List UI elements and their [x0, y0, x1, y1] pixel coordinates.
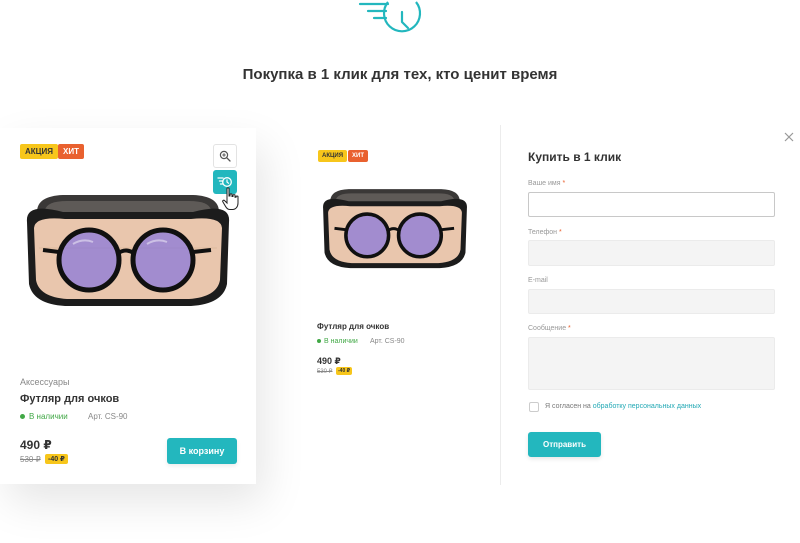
close-icon[interactable] [782, 130, 796, 144]
name-field[interactable] [528, 192, 775, 217]
agree-checkbox[interactable] [529, 402, 539, 412]
page-title: Покупка в 1 клик для тех, кто ценит врем… [242, 66, 558, 83]
preview-stock-status: В наличии [317, 338, 358, 345]
preview-old-price: 530 ₽ [317, 369, 333, 375]
product-name[interactable]: Футляр для очков [20, 393, 119, 405]
old-price: 530 ₽ [20, 455, 41, 464]
product-category: Аксессуары [20, 377, 70, 387]
agree-text: Я согласен на обработку персональных дан… [545, 403, 702, 410]
stock-label: В наличии [29, 412, 68, 421]
modal-divider [500, 125, 501, 485]
stock-status: В наличии [20, 412, 68, 421]
submit-button[interactable]: Отправить [528, 432, 601, 457]
zoom-icon [219, 150, 231, 162]
product-price: 490 ₽ [20, 438, 52, 452]
email-field[interactable] [528, 289, 775, 314]
add-to-cart-button[interactable]: В корзину [167, 438, 237, 464]
stock-dot [20, 414, 25, 420]
phone-label: Телефон * [528, 229, 562, 236]
stock-dot [317, 339, 321, 344]
product-image[interactable] [23, 192, 233, 310]
discount-badge: -40 ₽ [45, 454, 68, 464]
preview-product-name: Футляр для очков [317, 322, 390, 331]
email-label: E-mail [528, 277, 548, 284]
preview-article: Арт. CS-90 [370, 338, 405, 345]
fast-clock-icon [358, 1, 422, 33]
product-article: Арт. CS-90 [88, 412, 128, 421]
message-field[interactable] [528, 337, 775, 390]
preview-price: 490 ₽ [317, 356, 341, 366]
privacy-link[interactable]: обработку персональных данных [593, 403, 701, 410]
zoom-button[interactable] [213, 144, 237, 168]
form-title: Купить в 1 клик [528, 150, 622, 164]
name-label: Ваше имя * [528, 180, 566, 187]
stock-label: В наличии [324, 338, 358, 345]
message-label: Сообщение * [528, 325, 571, 332]
hit-badge: ХИТ [348, 150, 368, 162]
sale-badge: АКЦИЯ [20, 144, 59, 159]
phone-field[interactable] [528, 240, 775, 266]
hit-badge: ХИТ [58, 144, 84, 159]
preview-discount-badge: -40 ₽ [336, 367, 353, 375]
product-image [323, 189, 467, 269]
sale-badge: АКЦИЯ [318, 150, 348, 162]
